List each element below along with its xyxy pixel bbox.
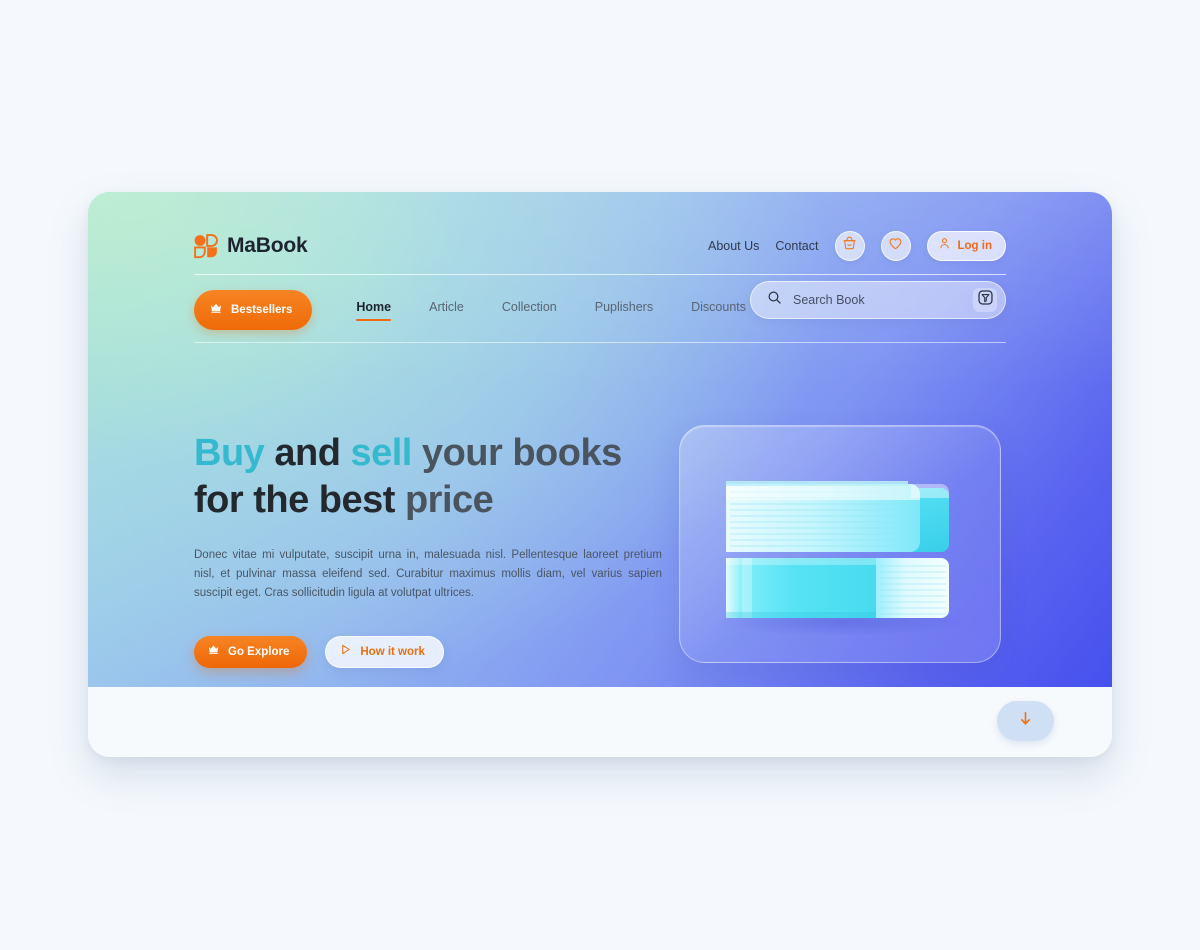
how-it-work-button[interactable]: How it work <box>325 636 444 669</box>
basket-icon <box>842 236 857 256</box>
scroll-down-button[interactable] <box>997 701 1054 741</box>
wishlist-button[interactable] <box>880 231 911 261</box>
search-input[interactable] <box>793 293 973 307</box>
nav-link-contact[interactable]: Contact <box>775 239 818 253</box>
bestsellers-label: Bestsellers <box>231 304 293 316</box>
brand[interactable]: MaBook <box>194 233 308 259</box>
footer-strip <box>88 687 1112 757</box>
headline-word-sell: sell <box>350 432 412 474</box>
header-actions: About Us Contact Log in <box>708 231 1006 261</box>
stacked-books-illustration <box>680 426 1002 664</box>
headline-word-buy: Buy <box>194 432 265 474</box>
crown-icon <box>209 301 223 320</box>
cart-button[interactable] <box>834 231 865 261</box>
hero-section: MaBook About Us Contact Log in Bestselle… <box>88 192 1112 687</box>
search-filter-button[interactable] <box>973 288 997 312</box>
hero-paragraph: Donec vitae mi vulputate, suscipit urna … <box>194 549 662 599</box>
menu-item-puplishers[interactable]: Puplishers <box>595 300 653 321</box>
heart-icon <box>888 236 903 256</box>
play-icon <box>339 643 352 661</box>
menu-item-article[interactable]: Article <box>429 300 464 321</box>
menu-item-discounts[interactable]: Discounts <box>691 300 746 321</box>
page-root: MaBook About Us Contact Log in Bestselle… <box>0 0 1200 950</box>
site-card: MaBook About Us Contact Log in Bestselle… <box>88 192 1112 757</box>
hero-content: Buy and sell your books for the best pri… <box>194 430 674 669</box>
mabook-logo-icon <box>194 233 218 259</box>
how-it-work-label: How it work <box>360 646 425 659</box>
filter-icon <box>977 289 994 311</box>
user-icon <box>938 237 951 255</box>
headline-line2-a: for the best <box>194 478 405 521</box>
headline-word-your-books: your books <box>411 432 622 474</box>
crown-icon <box>207 643 220 661</box>
search-bar[interactable] <box>750 281 1006 319</box>
main-menu: Home Article Collection Puplishers Disco… <box>356 300 746 321</box>
brand-name: MaBook <box>227 234 308 257</box>
illustration-card <box>679 425 1001 663</box>
nav-link-about-us[interactable]: About Us <box>708 239 759 253</box>
headline-word-and: and <box>264 432 351 474</box>
hero-headline: Buy and sell your books for the best pri… <box>194 430 674 523</box>
arrow-down-icon <box>1018 710 1033 732</box>
hero-cta-row: Go Explore How it work <box>194 636 674 669</box>
login-label: Log in <box>957 240 993 252</box>
search-icon <box>767 290 782 310</box>
header-divider <box>194 274 1006 275</box>
site-header: MaBook About Us Contact Log in <box>194 218 1006 274</box>
go-explore-button[interactable]: Go Explore <box>194 636 308 669</box>
bestsellers-button[interactable]: Bestsellers <box>194 290 313 330</box>
menu-item-home[interactable]: Home <box>356 300 391 321</box>
headline-line2-b: price <box>404 478 494 521</box>
login-button[interactable]: Log in <box>926 231 1006 261</box>
subnav-divider <box>194 342 1006 343</box>
go-explore-label: Go Explore <box>228 646 290 659</box>
menu-item-collection[interactable]: Collection <box>502 300 557 321</box>
